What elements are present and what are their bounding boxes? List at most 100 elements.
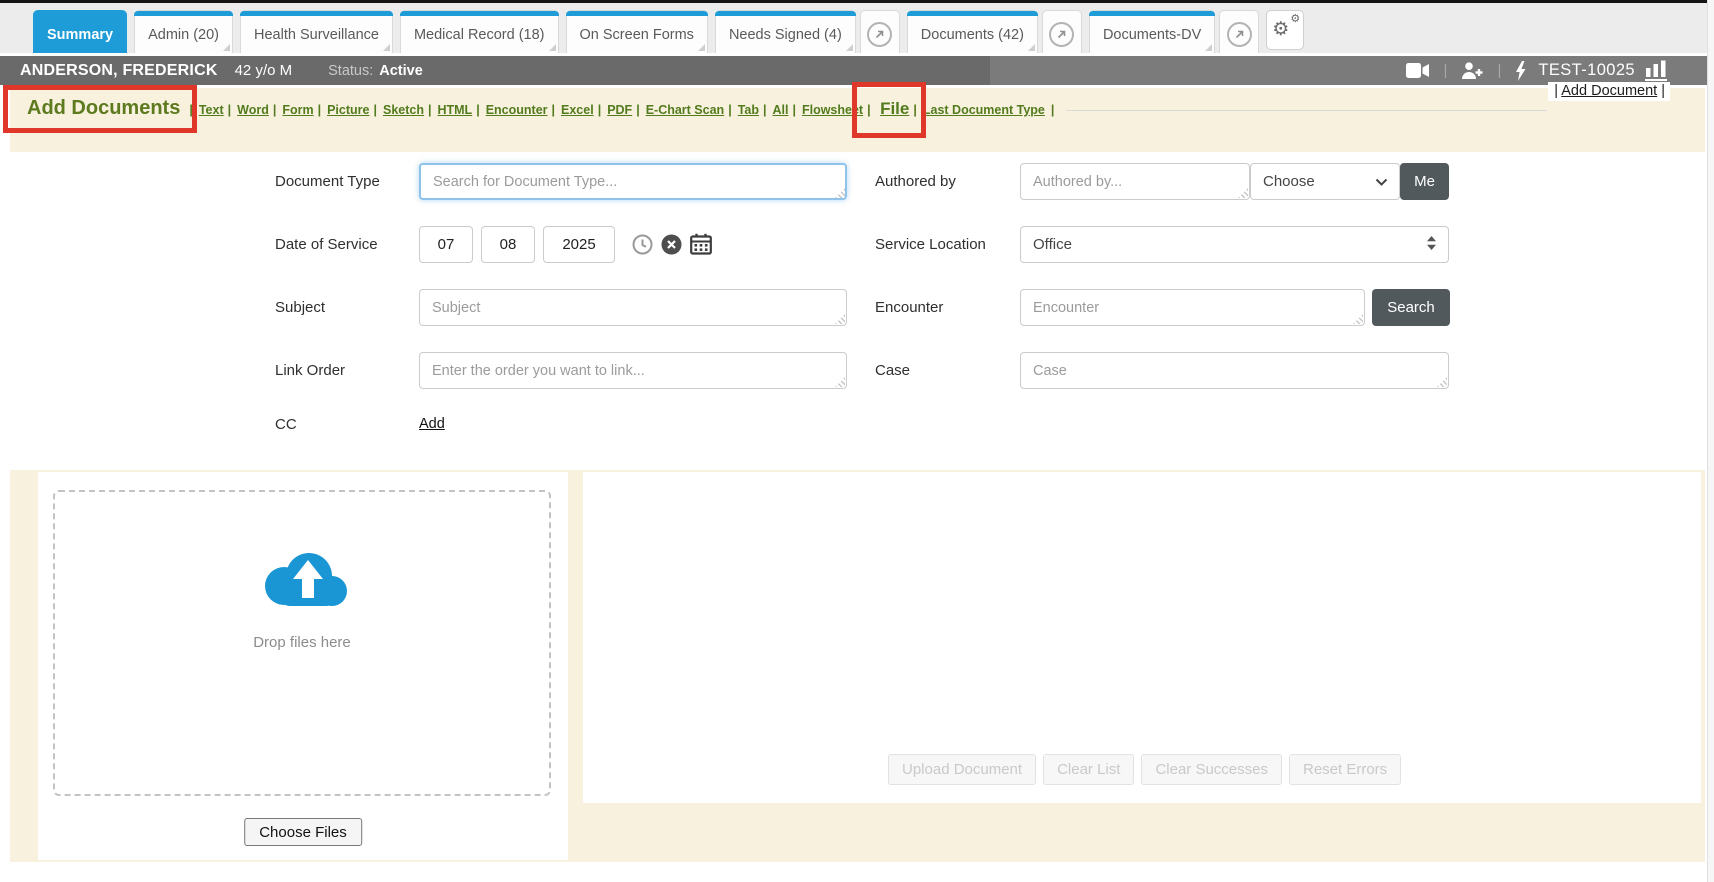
tab-on-screen-forms[interactable]: On Screen Forms	[566, 10, 708, 53]
separator: |	[1497, 62, 1501, 79]
link-label: E-Chart Scan	[646, 103, 725, 117]
encounter-input[interactable]	[1020, 289, 1365, 326]
add-document-link-wrap: Add Document	[1548, 82, 1670, 101]
link-label: Word	[237, 103, 269, 117]
patient-banner: ANDERSON, FREDERICK 42 y/o M Status: Act…	[0, 56, 1708, 85]
date-day-input[interactable]	[481, 226, 535, 263]
service-location-select[interactable]: Office	[1020, 226, 1449, 263]
tab-documents-dv[interactable]: Documents-DV	[1089, 10, 1215, 53]
link-label: All	[772, 103, 788, 117]
document-form: Document Type Date of Service Subject Li…	[10, 152, 1705, 470]
add-document-link[interactable]: Add Document	[1561, 83, 1657, 99]
authored-by-label: Authored by	[875, 163, 956, 200]
authored-by-input[interactable]	[1020, 163, 1250, 200]
tab-admin[interactable]: Admin (20)	[134, 10, 233, 53]
link-order-input[interactable]	[419, 352, 847, 389]
chevron-down-icon	[1375, 173, 1388, 190]
tab-settings-button[interactable]: ⚙⚙	[1266, 10, 1304, 50]
separator: |	[1444, 62, 1448, 79]
link-label: HTML	[437, 103, 472, 117]
lightning-icon[interactable]	[1515, 61, 1526, 81]
date-of-service-label: Date of Service	[275, 226, 378, 263]
gears-icon: ⚙⚙	[1267, 11, 1303, 49]
external-link-icon	[867, 22, 892, 47]
external-link-icon	[1227, 22, 1252, 47]
case-input[interactable]	[1020, 352, 1449, 389]
link-label: Sketch	[383, 103, 424, 117]
status-value: Active	[379, 63, 423, 79]
tab-label: On Screen Forms	[580, 27, 694, 43]
clear-date-icon[interactable]	[661, 234, 682, 255]
tab-health-surveillance[interactable]: Health Surveillance	[240, 10, 393, 53]
doc-link-html[interactable]: HTML	[424, 103, 472, 117]
case-field	[1020, 352, 1449, 389]
subject-label: Subject	[275, 289, 325, 326]
document-type-input[interactable]	[419, 163, 847, 200]
upload-queue-panel: Upload Document Clear List Clear Success…	[583, 472, 1701, 803]
link-order-field	[419, 352, 847, 389]
documents-dv-popout-button[interactable]	[1219, 10, 1259, 53]
file-drop-zone[interactable]: Drop files here	[53, 490, 551, 796]
tab-label: Health Surveillance	[254, 27, 379, 43]
link-label: Picture	[327, 103, 369, 117]
subject-input[interactable]	[419, 289, 847, 326]
patient-banner-actions: | | TEST-10025	[990, 56, 1708, 85]
upload-actions-row: Upload Document Clear List Clear Success…	[888, 754, 1401, 785]
encounter-field	[1020, 289, 1365, 326]
doc-link-encounter[interactable]: Encounter	[472, 103, 547, 117]
doc-link-file[interactable]: File	[863, 99, 909, 119]
tab-needs-signed[interactable]: Needs Signed (4)	[715, 10, 856, 53]
reset-errors-button[interactable]: Reset Errors	[1289, 754, 1401, 785]
status-label: Status:	[328, 63, 373, 79]
page-title: Add Documents	[27, 97, 180, 119]
link-label: Excel	[561, 103, 594, 117]
upload-document-button[interactable]: Upload Document	[888, 754, 1036, 785]
external-link-icon	[1049, 22, 1074, 47]
patient-banner-info: ANDERSON, FREDERICK 42 y/o M Status: Act…	[0, 56, 990, 85]
doc-link-last-document-type[interactable]: Last Document Type	[909, 103, 1054, 117]
add-person-icon[interactable]	[1461, 62, 1483, 79]
doc-link-sketch[interactable]: Sketch	[369, 103, 424, 117]
needs-signed-popout-button[interactable]	[860, 10, 900, 53]
cc-add-link[interactable]: Add	[419, 406, 445, 443]
encounter-search-button[interactable]: Search	[1372, 289, 1450, 326]
calendar-icon[interactable]	[690, 233, 712, 255]
service-location-label: Service Location	[875, 226, 986, 263]
tab-label: Documents (42)	[921, 27, 1024, 43]
choose-files-button[interactable]: Choose Files	[244, 818, 362, 846]
clock-icon[interactable]	[632, 234, 653, 255]
me-button[interactable]: Me	[1400, 163, 1449, 200]
tab-documents[interactable]: Documents (42)	[907, 10, 1038, 53]
app-window: Summary Admin (20) Health Surveillance M…	[0, 0, 1714, 882]
date-month-input[interactable]	[419, 226, 473, 263]
doc-link-word[interactable]: Word	[224, 103, 269, 117]
tab-medical-record[interactable]: Medical Record (18)	[400, 10, 559, 53]
clear-list-button[interactable]: Clear List	[1043, 754, 1134, 785]
tab-label: Summary	[47, 27, 113, 43]
tab-label: Needs Signed (4)	[729, 27, 842, 43]
tab-label: Documents-DV	[1103, 27, 1201, 43]
patient-age-sex: 42 y/o M	[235, 62, 293, 79]
doc-link-text[interactable]: Text	[185, 103, 223, 117]
doc-link-tab[interactable]: Tab	[724, 103, 759, 117]
choose-select-value: Choose	[1263, 173, 1315, 190]
doc-link-flowsheet[interactable]: Flowsheet	[788, 103, 863, 117]
tab-label: Medical Record (18)	[414, 27, 545, 43]
date-year-input[interactable]	[543, 226, 615, 263]
doc-link-pdf[interactable]: PDF	[594, 103, 633, 117]
video-camera-icon[interactable]	[1406, 63, 1430, 78]
doc-link-picture[interactable]: Picture	[314, 103, 370, 117]
patient-name: ANDERSON, FREDERICK	[20, 62, 218, 80]
bar-chart-icon[interactable]	[1645, 60, 1667, 81]
link-label: Last Document Type	[923, 103, 1045, 117]
service-location-value: Office	[1033, 236, 1072, 253]
doc-link-excel[interactable]: Excel	[548, 103, 594, 117]
doc-link-form[interactable]: Form	[269, 103, 314, 117]
documents-popout-button[interactable]	[1042, 10, 1082, 53]
scrollbar[interactable]	[1707, 0, 1714, 882]
doc-link-e-chart-scan[interactable]: E-Chart Scan	[632, 103, 724, 117]
doc-link-all[interactable]: All	[759, 103, 788, 117]
clear-successes-button[interactable]: Clear Successes	[1141, 754, 1282, 785]
tab-summary[interactable]: Summary	[33, 10, 127, 53]
authored-by-choose-select[interactable]: Choose	[1250, 163, 1400, 200]
